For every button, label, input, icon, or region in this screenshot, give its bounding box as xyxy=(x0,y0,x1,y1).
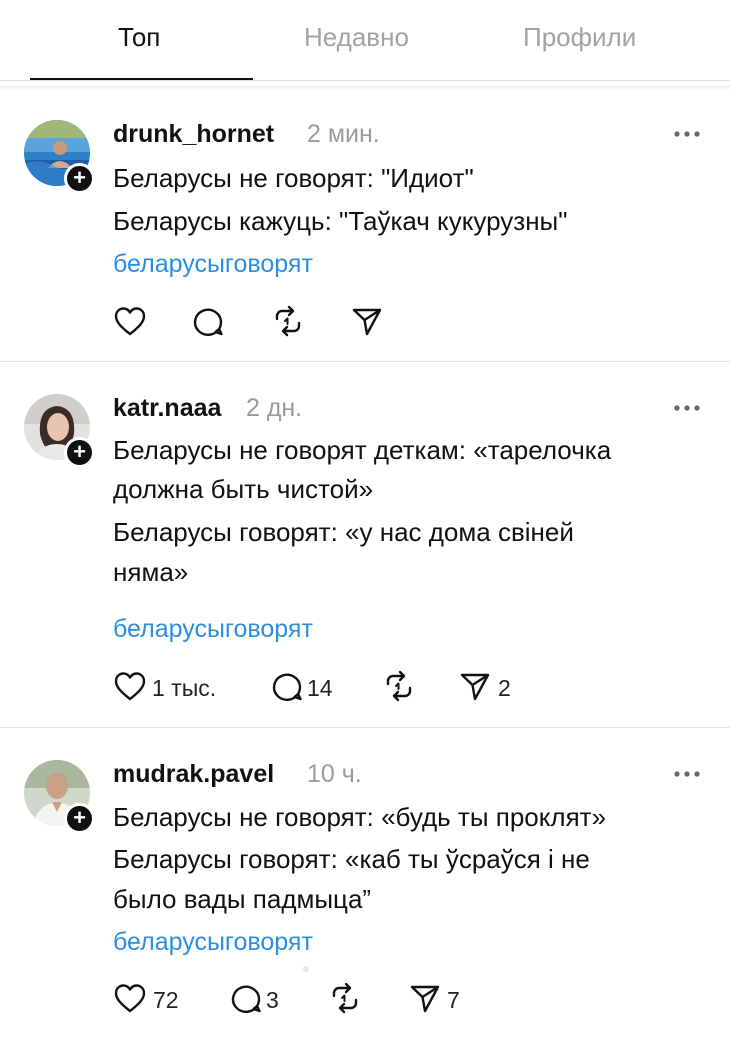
comment-button[interactable]: 3 xyxy=(229,982,289,1016)
comment-count: 14 xyxy=(307,675,333,701)
username[interactable]: mudrak.pavel xyxy=(113,760,274,789)
post-text-line: Беларусы не говорят: «будь ты проклят» xyxy=(113,802,607,832)
hashtag-link[interactable]: беларусыговорят xyxy=(113,615,313,644)
tab-top[interactable]: Топ xyxy=(118,22,160,53)
share-button[interactable]: 2 xyxy=(458,670,518,704)
like-count: 1 тыс. xyxy=(152,675,217,701)
faded-dot xyxy=(303,966,309,972)
repost-icon xyxy=(386,670,412,702)
post-divider xyxy=(0,361,730,362)
comment-count: 3 xyxy=(266,987,279,1013)
post-text-line: Беларусы не говорят: "Идиот" xyxy=(113,163,474,193)
comment-button[interactable] xyxy=(191,305,225,339)
repost-button[interactable] xyxy=(328,982,362,1016)
scroll-edge xyxy=(0,86,730,90)
post-text-line: Беларусы говорят: «у нас дома свіней xyxy=(113,517,574,547)
share-button[interactable] xyxy=(350,305,384,339)
share-button[interactable]: 7 xyxy=(408,982,468,1016)
like-count: 72 xyxy=(153,987,179,1013)
more-horizontal-icon[interactable] xyxy=(672,124,702,144)
hashtag-link[interactable]: беларусыговорят xyxy=(113,928,313,957)
post-time: 2 дн. xyxy=(246,394,303,422)
heart-icon xyxy=(114,984,146,1013)
post-text-line: няма» xyxy=(113,557,189,587)
username[interactable]: drunk_hornet xyxy=(113,120,274,149)
post-text-line: Беларусы кажуць: "Таўкач кукурузны" xyxy=(113,206,568,236)
hashtag-link[interactable]: беларусыговорят xyxy=(113,250,313,279)
repost-icon xyxy=(332,982,358,1014)
comment-button[interactable]: 14 xyxy=(270,670,340,704)
post-time: 2 мин. xyxy=(307,120,380,148)
heart-icon xyxy=(114,672,146,701)
like-button[interactable] xyxy=(113,305,149,339)
post-text-line: должна быть чистой» xyxy=(113,474,374,504)
share-count: 7 xyxy=(447,987,460,1013)
heart-icon xyxy=(114,307,146,336)
comment-icon xyxy=(231,985,261,1013)
more-horizontal-icon[interactable] xyxy=(672,764,702,784)
like-button[interactable]: 1 тыс. xyxy=(113,670,228,704)
comment-icon xyxy=(193,308,223,336)
post-text-line: Беларусы говорят: «каб ты ўсраўся і не xyxy=(113,844,590,874)
share-count: 2 xyxy=(498,675,511,701)
repost-icon xyxy=(275,305,301,337)
comment-icon xyxy=(272,673,302,701)
username[interactable]: katr.naaa xyxy=(113,394,221,423)
send-icon xyxy=(410,985,440,1013)
follow-plus-icon[interactable]: + xyxy=(64,163,95,194)
post-time: 10 ч. xyxy=(307,760,362,788)
feed-tabs: Топ Недавно Профили xyxy=(0,0,730,80)
repost-button[interactable] xyxy=(382,670,416,704)
more-horizontal-icon[interactable] xyxy=(672,398,702,418)
like-button[interactable]: 72 xyxy=(113,982,193,1016)
post-text-line: было вады падмыца” xyxy=(113,884,372,914)
post-text-line: Беларусы не говорят деткам: «тарелочка xyxy=(113,435,612,465)
tabs-divider xyxy=(0,80,730,81)
repost-button[interactable] xyxy=(271,305,305,339)
tab-recent[interactable]: Недавно xyxy=(304,22,409,53)
follow-plus-icon[interactable]: + xyxy=(64,437,95,468)
tab-profiles[interactable]: Профили xyxy=(523,22,636,53)
send-icon xyxy=(352,308,382,336)
post-divider xyxy=(0,727,730,728)
send-icon xyxy=(460,673,490,701)
follow-plus-icon[interactable]: + xyxy=(64,803,95,834)
